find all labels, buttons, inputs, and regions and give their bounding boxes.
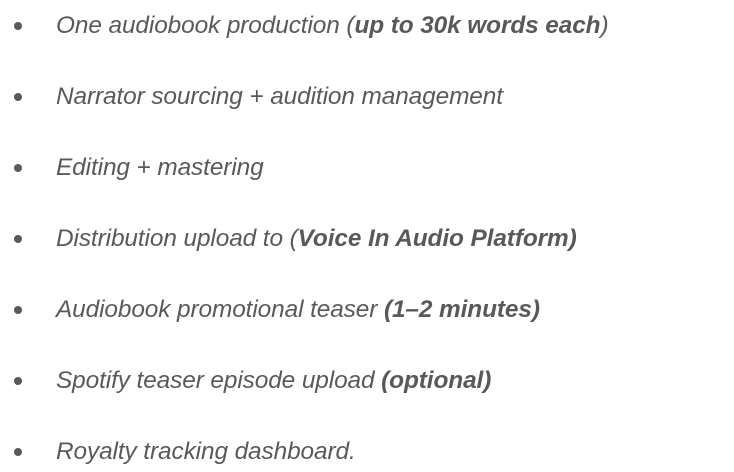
bullet-icon: [14, 235, 22, 243]
list-item-text: Spotify teaser episode upload (optional): [56, 361, 491, 401]
list-item: One audiobook production (up to 30k word…: [0, 6, 734, 46]
list-item-text-regular: Royalty tracking dashboard.: [56, 438, 356, 465]
list-item-text-regular: One audiobook production (: [56, 12, 355, 39]
list-item-text-bold: (1–2 minutes): [383, 296, 540, 323]
list-item-text-regular: Audiobook promotional teaser: [56, 296, 384, 323]
list-item-text: Editing + mastering: [56, 148, 264, 188]
bullet-icon: [14, 306, 22, 314]
list-item-text-regular: Editing + mastering: [56, 154, 264, 181]
bullet-icon: [14, 22, 22, 30]
list-item-text-bold: up to 30k words each: [354, 12, 601, 39]
bullet-icon: [14, 448, 22, 456]
list-item-text-regular: Distribution upload to (: [56, 225, 298, 252]
list-item-text-regular: Spotify teaser episode upload: [56, 367, 382, 394]
list-item: Spotify teaser episode upload (optional): [0, 361, 734, 401]
list-item: Audiobook promotional teaser (1–2 minute…: [0, 290, 734, 330]
bullet-icon: [14, 93, 22, 101]
bullet-icon: [14, 377, 22, 385]
list-item-text: Royalty tracking dashboard.: [56, 432, 356, 472]
list-item-text-bold: (optional): [381, 367, 492, 394]
list-item-text-regular: Narrator sourcing + audition management: [56, 83, 503, 110]
list-item-text: Narrator sourcing + audition management: [56, 77, 503, 117]
list-item-text: One audiobook production (up to 30k word…: [56, 6, 609, 46]
list-item-text-bold: Voice In Audio Platform): [297, 225, 577, 252]
bullet-icon: [14, 164, 22, 172]
list-item: Distribution upload to (Voice In Audio P…: [0, 219, 734, 259]
list-item-text: Distribution upload to (Voice In Audio P…: [56, 219, 577, 259]
list-item: Narrator sourcing + audition management: [0, 77, 734, 117]
list-item-text: Audiobook promotional teaser (1–2 minute…: [56, 290, 540, 330]
list-item: Royalty tracking dashboard.: [0, 432, 734, 472]
list-item-text-regular-end: ): [600, 12, 609, 39]
list-item: Editing + mastering: [0, 148, 734, 188]
